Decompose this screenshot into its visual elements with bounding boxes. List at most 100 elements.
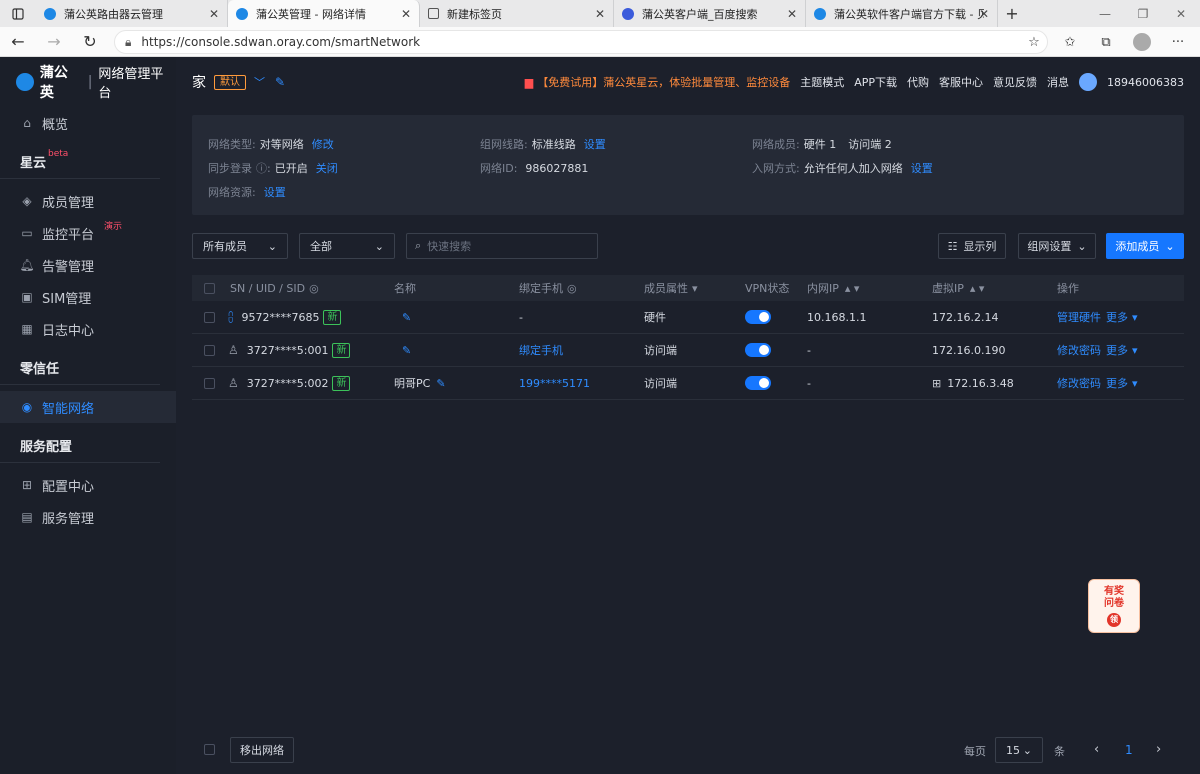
sort-icon[interactable]: ▴ ▾: [970, 282, 985, 295]
tab-actions-icon[interactable]: [0, 0, 36, 27]
vpn-toggle[interactable]: [745, 343, 771, 357]
next-page-icon[interactable]: ›: [1156, 742, 1161, 757]
manage-hardware-link[interactable]: 管理硬件: [1057, 309, 1101, 325]
network-settings-button[interactable]: 组网设置 ⌄: [1018, 233, 1096, 259]
browser-tab-1[interactable]: 蒲公英路由器云管理 ✕: [36, 0, 228, 27]
set-line-link[interactable]: 设置: [584, 138, 606, 151]
unit-label: 条: [1054, 745, 1065, 758]
vpn-toggle[interactable]: [745, 310, 771, 324]
close-tab-icon[interactable]: ✕: [209, 7, 219, 21]
member-filter-select[interactable]: 所有成员 ⌄: [192, 233, 288, 259]
forward-arrow-icon[interactable]: →: [36, 27, 72, 57]
chevron-down-icon: ⌄: [374, 239, 384, 253]
brand-logo[interactable]: 蒲公英 | 网络管理平台: [0, 57, 176, 107]
members-table: SN / UID / SID ◎ 名称 绑定手机 ◎ 成员属性 ▾ VPN状态 内网I…: [192, 275, 1184, 400]
filter-caret-icon[interactable]: ▾: [692, 282, 698, 295]
set-resources-link[interactable]: 设置: [264, 186, 286, 199]
row-checkbox[interactable]: [204, 344, 215, 356]
url-input[interactable]: 🔒︎ https://console.sdwan.oray.com/smartN…: [114, 30, 1048, 54]
search-input[interactable]: ⌕ 快速搜索: [406, 233, 598, 259]
browser-tab-2[interactable]: 蒲公英管理 - 网络详情 ✕: [228, 0, 420, 27]
footer-select-checkbox[interactable]: [204, 744, 215, 755]
profile-avatar-icon[interactable]: [1130, 31, 1154, 53]
eye-icon[interactable]: ◎: [309, 282, 319, 295]
vpn-toggle[interactable]: [745, 376, 771, 390]
header-name: 名称: [394, 282, 416, 295]
browser-tab-4[interactable]: 蒲公英客户端_百度搜索 ✕: [614, 0, 806, 27]
close-sync-link[interactable]: 关闭: [316, 162, 338, 175]
more-dropdown[interactable]: 更多 ▾: [1106, 342, 1138, 358]
sidebar-item-smartnet[interactable]: ◉ 智能网络: [0, 391, 176, 423]
set-join-link[interactable]: 设置: [911, 162, 933, 175]
row-checkbox[interactable]: [204, 377, 215, 389]
modify-type-link[interactable]: 修改: [312, 138, 334, 151]
close-tab-icon[interactable]: ✕: [401, 7, 411, 21]
show-columns-button[interactable]: ☷ 显示列: [938, 233, 1006, 259]
sidebar-item-monitor[interactable]: ▭ 监控平台 演示: [0, 217, 176, 249]
change-password-link[interactable]: 修改密码: [1057, 375, 1101, 391]
sidebar-item-config[interactable]: ⊞ 配置中心: [0, 469, 176, 501]
theme-mode-link[interactable]: 主题模式: [800, 74, 844, 90]
sort-icon[interactable]: ▴ ▾: [845, 282, 860, 295]
add-member-button[interactable]: 添加成员 ⌄: [1106, 233, 1184, 259]
remove-from-network-button[interactable]: 移出网络: [230, 737, 294, 763]
sn-cell: ♙ 3727****5:001 新: [228, 342, 351, 358]
favorite-star-icon[interactable]: ☆: [1022, 31, 1046, 53]
sidebar-item-overview[interactable]: ⌂ 概览: [0, 107, 176, 139]
sidebar-item-members[interactable]: ◈ 成员管理: [0, 185, 176, 217]
bind-phone-link[interactable]: 绑定手机: [519, 342, 563, 358]
edit-pencil-icon[interactable]: ✎: [402, 344, 411, 357]
favorites-icon[interactable]: ✩: [1058, 31, 1082, 53]
feedback-link[interactable]: 意见反馈: [993, 74, 1037, 90]
select-all-checkbox[interactable]: [204, 282, 215, 294]
close-tab-icon[interactable]: ✕: [787, 7, 797, 21]
router-icon: ⩉: [228, 309, 234, 324]
search-icon: ⌕: [415, 239, 422, 252]
sidebar-item-alarm[interactable]: 🔔︎ 告警管理: [0, 249, 176, 281]
help-question-icon[interactable]: ⓘ: [256, 162, 267, 175]
status-filter-select[interactable]: 全部 ⌄: [299, 233, 395, 259]
chevron-down-icon[interactable]: ﹀: [254, 74, 265, 90]
vip-cell: ⊞ 172.16.3.48: [932, 376, 1014, 390]
browser-tab-5[interactable]: 蒲公英软件客户端官方下载 - 贝 ✕: [806, 0, 998, 27]
promo-link[interactable]: ▆ 【免费试用】蒲公英星云，体验批量管理、监控设备: [525, 74, 790, 90]
change-password-link[interactable]: 修改密码: [1057, 342, 1101, 358]
more-dropdown[interactable]: 更多 ▾: [1106, 375, 1138, 391]
more-menu-icon[interactable]: ···: [1166, 31, 1190, 53]
page-number[interactable]: 1: [1125, 743, 1133, 757]
caret-down-icon: ▾: [1132, 310, 1138, 324]
edit-pencil-icon[interactable]: ✎: [436, 377, 445, 390]
close-tab-icon[interactable]: ✕: [979, 7, 989, 21]
page-size-select[interactable]: 15 ⌄: [995, 737, 1043, 763]
back-arrow-icon[interactable]: ←: [0, 27, 36, 57]
row-checkbox[interactable]: [204, 311, 215, 323]
table-row: ⩉ 9572****7685 新 ✎ - 硬件 10.168.1.1 172.16.…: [192, 301, 1184, 334]
edit-pencil-icon[interactable]: ✎: [275, 75, 285, 89]
window-controls: — ❐ ✕: [1086, 0, 1200, 27]
minimize-icon[interactable]: —: [1086, 0, 1124, 27]
eye-icon[interactable]: ◎: [567, 282, 577, 295]
more-dropdown[interactable]: 更多 ▾: [1106, 309, 1138, 325]
prev-page-icon[interactable]: ‹: [1094, 742, 1099, 757]
sidebar-item-service[interactable]: ▤ 服务管理: [0, 501, 176, 533]
app-download-link[interactable]: APP下载: [854, 74, 897, 90]
support-link[interactable]: 客服中心: [939, 74, 983, 90]
restore-icon[interactable]: ❐: [1124, 0, 1162, 27]
refresh-icon[interactable]: ↻: [72, 27, 108, 57]
browser-tab-3[interactable]: 新建标签页 ✕: [420, 0, 614, 27]
survey-badge[interactable]: 有奖 问卷 领: [1088, 579, 1140, 633]
collections-icon[interactable]: ⧉: [1094, 31, 1118, 53]
edit-pencil-icon[interactable]: ✎: [402, 311, 411, 324]
messages-link[interactable]: 消息: [1047, 74, 1069, 90]
close-window-icon[interactable]: ✕: [1162, 0, 1200, 27]
sidebar-item-sim[interactable]: ▣ SIM管理: [0, 281, 176, 313]
sidebar-item-logs[interactable]: ▦ 日志中心: [0, 313, 176, 345]
user-avatar[interactable]: [1079, 73, 1098, 91]
user-account[interactable]: 18946006383: [1107, 76, 1184, 89]
new-tab-page-icon: [428, 8, 439, 19]
new-tab-button[interactable]: +: [998, 0, 1026, 27]
purchase-link[interactable]: 代购: [907, 74, 929, 90]
close-tab-icon[interactable]: ✕: [595, 7, 605, 21]
phone-link[interactable]: 199****5171: [519, 377, 590, 390]
info-resources: 网络资源: 设置: [208, 186, 286, 199]
